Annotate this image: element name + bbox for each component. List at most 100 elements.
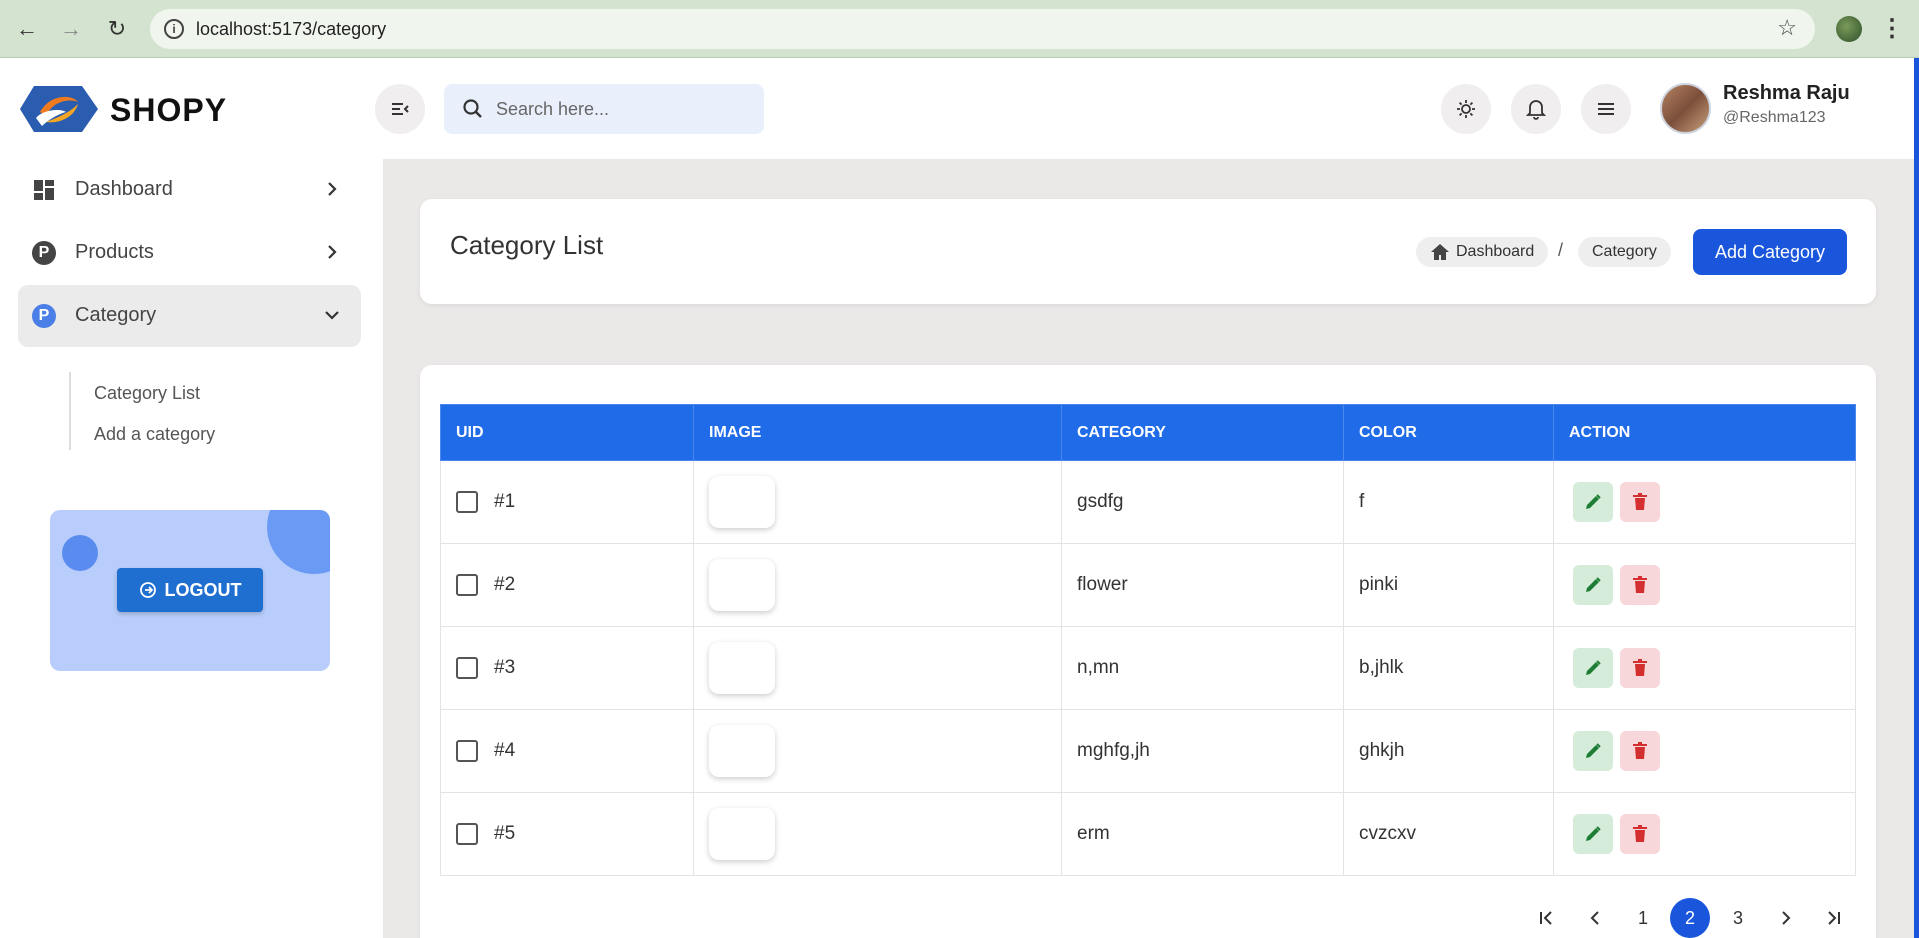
logout-button[interactable]: LOGOUT [117,568,263,612]
table-header-row: UID IMAGE CATEGORY COLOR ACTION [440,404,1856,461]
row-checkbox[interactable] [456,573,478,596]
delete-button[interactable] [1620,565,1660,605]
submenu-item-category-list[interactable]: Category List [94,383,200,404]
delete-button[interactable] [1620,731,1660,771]
add-category-button[interactable]: Add Category [1693,229,1847,275]
column-header-image[interactable]: IMAGE [693,404,1062,461]
search-icon [463,99,482,118]
prev-page-button[interactable] [1575,898,1615,938]
delete-button[interactable] [1620,648,1660,688]
edit-button[interactable] [1573,648,1613,688]
theme-toggle-button[interactable] [1441,84,1491,134]
browser-profile-avatar[interactable] [1836,16,1862,42]
uid-value: #1 [494,491,516,512]
table-row: #4 mghfg,jh ghkjh [440,709,1856,793]
logout-label: LOGOUT [164,579,242,600]
delete-button[interactable] [1620,814,1660,854]
column-header-action[interactable]: ACTION [1553,404,1856,461]
logout-icon [139,582,156,598]
pencil-icon [1586,577,1601,592]
edit-button[interactable] [1573,565,1613,605]
sun-icon [1457,100,1475,118]
page-3-button[interactable]: 3 [1718,898,1758,938]
breadcrumb-label: Dashboard [1456,243,1535,260]
row-checkbox[interactable] [456,490,478,513]
column-header-category[interactable]: CATEGORY [1061,404,1344,461]
category-cell: mghfg,jh [1061,709,1344,793]
menu-button[interactable] [1581,84,1631,134]
image-cell [693,543,1062,627]
search-box[interactable] [444,84,764,134]
address-bar[interactable]: i localhost:5173/category ☆ [150,9,1815,49]
category-table: UID IMAGE CATEGORY COLOR ACTION #1 gsdfg f… [440,404,1856,876]
brand-name: SHOPY [110,92,228,128]
sidebar-item-dashboard[interactable]: Dashboard [18,159,361,221]
sidebar-item-products[interactable]: P Products [18,222,361,284]
category-image [709,808,775,860]
table-row: #2 flower pinki [440,543,1856,627]
edit-button[interactable] [1573,814,1613,854]
category-cell: flower [1061,543,1344,627]
uid-cell: #3 [440,626,694,710]
reload-icon[interactable]: ↻ [104,16,130,42]
row-checkbox[interactable] [456,822,478,845]
page-1-button[interactable]: 1 [1623,898,1663,938]
chevron-down-icon [325,311,339,320]
breadcrumb-label: Category [1592,243,1657,260]
site-info-icon[interactable]: i [164,19,184,39]
submenu-item-add-category[interactable]: Add a category [94,424,215,445]
user-handle: @Reshma123 [1723,109,1826,126]
products-icon: P [32,241,56,265]
category-cell: n,mn [1061,626,1344,710]
forward-icon[interactable]: → [58,16,84,42]
trash-icon [1633,659,1647,676]
edit-button[interactable] [1573,482,1613,522]
breadcrumb-dashboard[interactable]: Dashboard [1416,237,1549,267]
trash-icon [1633,742,1647,759]
row-checkbox[interactable] [456,656,478,679]
search-input[interactable] [496,96,746,122]
row-checkbox[interactable] [456,739,478,762]
chevron-right-icon [328,182,337,196]
bookmark-star-icon[interactable]: ☆ [1777,15,1797,41]
bell-icon [1526,100,1546,120]
scroll-accent [1914,58,1919,938]
delete-button[interactable] [1620,482,1660,522]
uid-cell: #2 [440,543,694,627]
last-page-button[interactable] [1813,898,1853,938]
dashboard-icon [34,180,54,200]
sidebar-item-label: Category [75,304,157,326]
first-page-button[interactable] [1527,898,1567,938]
back-icon[interactable]: ← [14,16,40,42]
browser-menu-icon[interactable]: ⋮ [1880,14,1904,43]
action-cell [1553,709,1856,793]
category-image [709,642,775,694]
uid-cell: #1 [440,460,694,544]
category-icon: P [32,304,56,328]
page-2-button[interactable]: 2 [1670,898,1710,938]
user-avatar[interactable] [1660,83,1711,134]
pencil-icon [1586,826,1601,841]
trash-icon [1633,825,1647,842]
breadcrumb-separator: / [1558,240,1564,260]
logout-card: LOGOUT [50,510,330,671]
sidebar-toggle-button[interactable] [375,84,425,134]
color-cell: f [1343,460,1554,544]
edit-button[interactable] [1573,731,1613,771]
sidebar-item-label: Dashboard [75,178,173,200]
category-image [709,725,775,777]
hamburger-icon [1598,103,1614,115]
pencil-icon [1586,494,1601,509]
image-cell [693,460,1062,544]
notifications-button[interactable] [1511,84,1561,134]
column-header-uid[interactable]: UID [440,404,694,461]
breadcrumb-category[interactable]: Category [1578,237,1671,267]
category-image [709,476,775,528]
browser-toolbar: ← → ↻ i localhost:5173/category ☆ ⋮ [0,0,1919,58]
next-page-button[interactable] [1766,898,1806,938]
image-cell [693,626,1062,710]
image-cell [693,792,1062,876]
column-header-color[interactable]: COLOR [1343,404,1554,461]
sidebar-item-category[interactable]: P Category [18,285,361,347]
sidebar-item-label: Products [75,241,154,263]
